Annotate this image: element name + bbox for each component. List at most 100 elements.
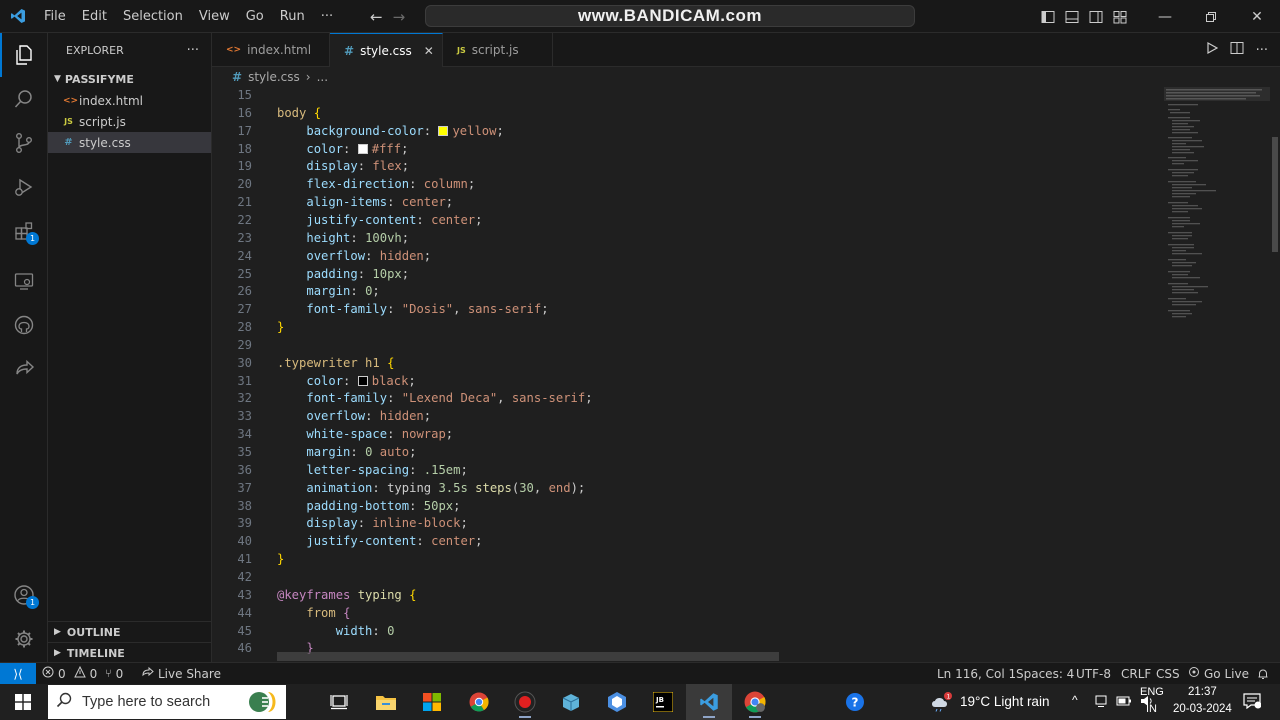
back-arrow-icon[interactable]: ← [370,8,383,26]
extensions-icon[interactable]: 1 [0,209,48,253]
file-item-index-html[interactable]: <> index.html [48,90,211,111]
battery-icon[interactable] [1116,695,1132,710]
minimap[interactable] [1164,87,1270,327]
close-tab-icon[interactable]: ✕ [424,44,434,58]
vscode-taskbar-icon[interactable] [686,684,732,720]
weather-icon[interactable]: 1 [918,684,964,720]
color-swatch-icon[interactable] [357,375,368,386]
color-swatch-icon[interactable] [438,125,449,136]
code-line[interactable]: 23 height: 100vh; [212,229,1162,247]
chrome-profile-icon[interactable] [732,684,778,720]
language-top[interactable]: ENG [1140,686,1164,698]
accounts-icon[interactable]: 1 [0,573,48,617]
file-explorer-icon[interactable] [363,684,409,720]
forward-arrow-icon[interactable]: → [393,8,406,26]
code-line[interactable]: 45 width: 0 [212,622,1162,640]
code-line[interactable]: 21 align-items: center; [212,193,1162,211]
outline-section[interactable]: ▶ OUTLINE [48,621,212,642]
weather-text[interactable]: 19°C Light rain [960,694,1049,709]
toggle-panel-icon[interactable] [1060,0,1084,33]
go-live-button[interactable]: Go Live [1188,663,1249,684]
code-line[interactable]: 38 padding-bottom: 50px; [212,497,1162,515]
menu-selection[interactable]: Selection [115,0,191,33]
microsoft-store-icon[interactable] [409,684,455,720]
jetbrains-icon[interactable]: JB [640,684,686,720]
remote-explorer-icon[interactable] [0,259,48,303]
menu-run[interactable]: Run [272,0,313,33]
chrome-icon[interactable] [456,684,502,720]
github-icon[interactable] [0,303,48,347]
code-line[interactable]: 16 body { [212,104,1162,122]
code-line[interactable]: 26 margin: 0; [212,282,1162,300]
timeline-section[interactable]: ▶ TIMELINE [48,642,212,663]
code-line[interactable]: 43 @keyframes typing { [212,586,1162,604]
live-share-icon[interactable] [0,347,48,391]
customize-layout-icon[interactable] [1108,0,1132,33]
tab-script-js[interactable]: JS script.js [443,33,553,67]
more-actions-icon[interactable]: ··· [1256,43,1268,58]
minimize-window-icon[interactable]: — [1142,0,1188,33]
code-line[interactable]: 17 background-color: yellow; [212,122,1162,140]
run-debug-icon[interactable] [0,165,48,209]
toggle-secondary-sidebar-icon[interactable] [1084,0,1108,33]
code-line[interactable]: 15 [212,87,1162,104]
network-status-icon[interactable] [1094,694,1108,711]
task-view-icon[interactable] [316,684,362,720]
code-line[interactable]: 27 font-family: "Dosis", sans-serif; [212,300,1162,318]
breadcrumb-more[interactable]: ... [317,70,328,84]
run-file-icon[interactable] [1206,41,1218,58]
settings-gear-icon[interactable] [0,617,48,661]
file-item-style-css[interactable]: # style.css [48,132,211,153]
menu-view[interactable]: View [191,0,238,33]
code-line[interactable]: 34 white-space: nowrap; [212,425,1162,443]
remote-indicator-icon[interactable]: ⟩⟨ [0,663,36,684]
source-control-icon[interactable] [0,121,48,165]
clock-date[interactable]: 20-03-2024 [1173,703,1232,715]
app-icon-cube[interactable] [548,684,594,720]
language-mode[interactable]: CSS [1156,663,1180,684]
indentation[interactable]: Spaces: 4 [1016,663,1074,684]
bandicam-icon[interactable] [502,684,548,720]
live-share-status[interactable]: Live Share [142,663,221,684]
menu-more[interactable]: ··· [313,0,341,33]
close-window-icon[interactable]: ✕ [1234,0,1280,33]
language-bottom[interactable]: IN [1146,703,1157,715]
news-widget-icon[interactable] [240,684,286,720]
horizontal-scrollbar[interactable] [277,652,779,661]
breadcrumb-file[interactable]: style.css [248,70,300,84]
tab-index-html[interactable]: <> index.html [212,33,330,67]
app-icon-hexagon[interactable] [594,684,640,720]
code-line[interactable]: 24 overflow: hidden; [212,247,1162,265]
toggle-primary-sidebar-icon[interactable] [1036,0,1060,33]
code-line[interactable]: 42 [212,568,1162,586]
code-line[interactable]: 40 justify-content: center; [212,532,1162,550]
color-swatch-icon[interactable] [357,143,368,154]
explorer-more-actions-icon[interactable]: ··· [187,43,199,58]
command-center[interactable]: www.BANDICAM.com [425,5,915,27]
code-line[interactable]: 31 color: black; [212,372,1162,390]
code-line[interactable]: 18 color: #fff; [212,140,1162,158]
end-of-line[interactable]: CRLF [1121,663,1151,684]
code-line[interactable]: 36 letter-spacing: .15em; [212,461,1162,479]
help-icon[interactable]: ? [832,684,878,720]
code-line[interactable]: 22 justify-content: center; [212,211,1162,229]
code-line[interactable]: 29 [212,336,1162,354]
explorer-icon[interactable] [0,33,48,77]
vertical-scrollbar-thumb[interactable] [1272,137,1278,252]
cursor-position[interactable]: Ln 116, Col 1 [937,663,1016,684]
menu-go[interactable]: Go [238,0,272,33]
action-center-icon[interactable] [1243,693,1262,712]
code-line[interactable]: 44 from { [212,604,1162,622]
search-icon[interactable] [0,77,48,121]
restore-window-icon[interactable] [1188,0,1234,33]
menu-edit[interactable]: Edit [74,0,115,33]
code-line[interactable]: 25 padding: 10px; [212,265,1162,283]
code-line[interactable]: 39 display: inline-block; [212,514,1162,532]
code-editor[interactable]: 15 16 body {17 background-color: yellow; 18… [212,87,1280,662]
folder-passifyme[interactable]: ▼ PASSIFYME [48,68,211,90]
code-line[interactable]: 28} [212,318,1162,336]
code-line[interactable]: 19 display: flex; [212,157,1162,175]
code-line[interactable]: 37 animation: typing 3.5s steps(30, end)… [212,479,1162,497]
split-editor-icon[interactable] [1230,41,1244,59]
windows-start-icon[interactable] [0,684,46,720]
